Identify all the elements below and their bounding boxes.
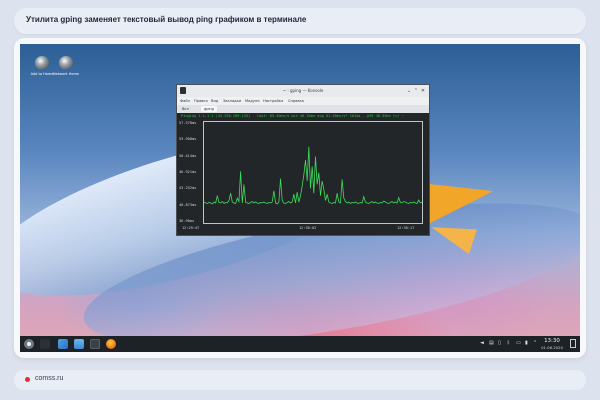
- y-tick-label: 50.414ms: [179, 153, 197, 158]
- article-header: Утилита gping заменяет текстовый вывод p…: [14, 8, 586, 34]
- window-title: ~ : gping — Konsole: [282, 88, 324, 93]
- menu-bookmarks[interactable]: Закладки: [223, 99, 241, 103]
- virtual-desktops-icon[interactable]: [40, 339, 50, 349]
- article-title: Утилита gping заменяет текстовый вывод p…: [26, 15, 307, 24]
- tab-bar: Вкл gping: [177, 105, 429, 113]
- site-dot-icon: [25, 377, 30, 382]
- battery-icon[interactable]: ▮: [525, 341, 530, 346]
- file-manager-icon[interactable]: [74, 339, 84, 349]
- menu-edit[interactable]: Правка: [194, 99, 208, 103]
- expand-tray-icon[interactable]: ⌃: [533, 341, 538, 346]
- window-titlebar[interactable]: ~ : gping — Konsole ⌄ ⌃ ✕: [177, 85, 429, 97]
- discover-icon[interactable]: [58, 339, 68, 349]
- menu-help[interactable]: Справка: [288, 99, 304, 103]
- minimize-icon[interactable]: ⌄: [406, 88, 412, 94]
- clock-date[interactable]: 01.06.2020: [539, 345, 565, 350]
- x-tick-label: 12:30:17: [397, 226, 415, 230]
- menu-view[interactable]: Вид: [211, 99, 218, 103]
- footer: comss.ru: [14, 370, 586, 390]
- firefox-icon[interactable]: [106, 339, 116, 349]
- menu-bar: Файл Правка Вид Закладки Модули Настройк…: [177, 97, 429, 105]
- globe-icon: [35, 56, 49, 70]
- y-tick-label: 36.90ms: [179, 219, 195, 223]
- site-name[interactable]: comss.ru: [35, 375, 63, 382]
- desktop-screen: Add to Home Network Home ~ : gping — Kon…: [20, 44, 580, 352]
- screenshot-frame: Add to Home Network Home ~ : gping — Kon…: [14, 38, 586, 358]
- bluetooth-icon[interactable]: ᛒ: [507, 341, 512, 346]
- y-tick-label: 57.578ms: [179, 121, 197, 125]
- ping-chart: [204, 146, 422, 205]
- volume-icon[interactable]: ◄: [480, 341, 485, 346]
- close-icon[interactable]: ✕: [420, 88, 426, 94]
- maximize-icon[interactable]: ⌃: [413, 88, 419, 94]
- terminal-area[interactable]: Pinging 1.1.1.1 (43.250.169.133) - last:…: [179, 114, 427, 234]
- network-icon[interactable]: ▤: [489, 341, 494, 346]
- menu-file[interactable]: Файл: [180, 99, 190, 103]
- tab-vkl[interactable]: Вкл: [179, 106, 192, 112]
- x-tick-label: 12:29:47: [182, 226, 200, 230]
- menu-plugins[interactable]: Модули: [245, 99, 260, 103]
- clipboard-icon[interactable]: ▯: [498, 341, 503, 346]
- y-tick-label: 53.908ms: [179, 137, 197, 142]
- globe-icon: [59, 56, 73, 70]
- y-tick-label: 40.873ms: [179, 202, 197, 207]
- clock-time[interactable]: 13:30: [539, 338, 565, 344]
- app-launcher-icon[interactable]: [24, 339, 34, 349]
- konsole-window: ~ : gping — Konsole ⌄ ⌃ ✕ Файл Правка Ви…: [176, 84, 430, 236]
- x-tick-label: 12:30:02: [299, 226, 317, 230]
- ping-stats-line: Pinging 1.1.1.1 (43.250.169.133) - last:…: [181, 114, 404, 118]
- taskbar: ◄ ▤ ▯ ᛒ ▭ ▮ ⌃ 13:30 01.06.2020: [20, 336, 580, 352]
- menu-settings[interactable]: Настройка: [263, 99, 283, 103]
- y-tick-label: 43.252ms: [179, 186, 197, 191]
- show-desktop-button[interactable]: [570, 339, 576, 348]
- notification-icon[interactable]: ▭: [516, 341, 521, 346]
- y-tick-label: 46.921ms: [179, 170, 197, 174]
- tab-gping[interactable]: gping: [201, 106, 217, 112]
- desktop-icon[interactable]: Network Home: [50, 56, 82, 86]
- desktop-icon-label: Network Home: [52, 72, 80, 76]
- ping-series-line: [204, 146, 422, 205]
- konsole-task-icon[interactable]: [90, 339, 100, 349]
